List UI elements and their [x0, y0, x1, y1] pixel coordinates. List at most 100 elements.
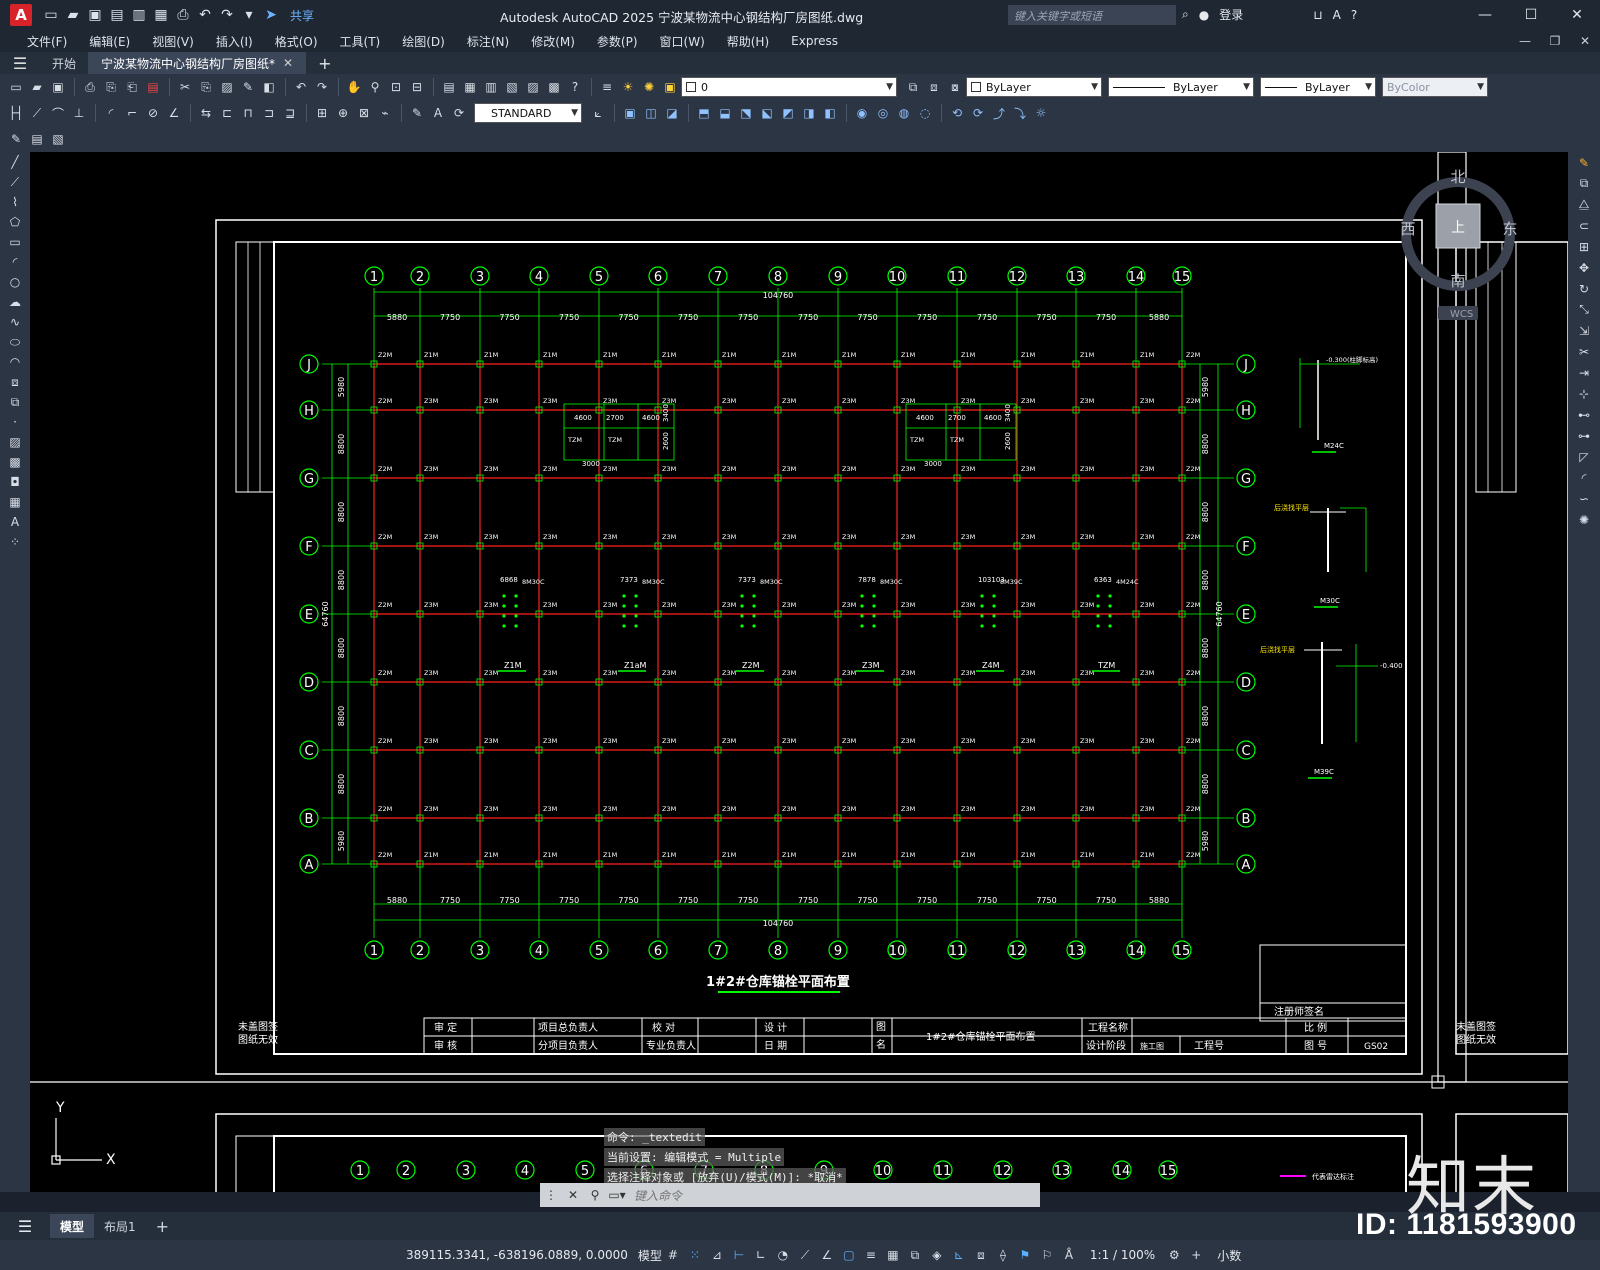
command-grip-icon[interactable]: ⋮ — [540, 1188, 562, 1202]
cart-icon[interactable]: ⊔ — [1313, 8, 1322, 22]
layout-menu-icon[interactable]: ☰ — [0, 1217, 50, 1236]
dimstyle-manager-icon[interactable]: ⟀ — [588, 103, 608, 123]
layer-on-icon[interactable]: ☀ — [618, 77, 638, 97]
quick-dim-icon[interactable]: ⇆ — [196, 103, 216, 123]
menu-view[interactable]: 视图(V) — [141, 33, 205, 50]
viewcube[interactable]: 上 北 南 西 东 WCS — [1400, 168, 1518, 320]
offset-icon[interactable]: ⊂ — [1568, 215, 1600, 236]
menu-express[interactable]: Express — [780, 34, 849, 48]
open-folder-icon[interactable]: ▰ — [64, 6, 82, 24]
plotstyle-dropdown[interactable]: ByColor ▼ — [1382, 77, 1488, 97]
dim-linear-icon[interactable]: ├┤ — [6, 103, 26, 123]
make-current-layer-icon[interactable]: ⧉ — [903, 77, 923, 97]
redo-icon-tb[interactable]: ↷ — [312, 77, 332, 97]
save-icon-tb[interactable]: ▣ — [48, 77, 68, 97]
doc-minimize-icon[interactable]: — — [1510, 30, 1540, 52]
gizmo-icon[interactable]: ⟠ — [992, 1244, 1014, 1266]
redo-icon[interactable]: ↷ — [218, 6, 236, 24]
menu-parametric[interactable]: 参数(P) — [586, 33, 649, 50]
add-selected-icon[interactable]: ⁘ — [0, 532, 30, 552]
annotation-visibility-icon[interactable]: ⚑ — [1014, 1244, 1036, 1266]
blend-icon[interactable]: ∽ — [1568, 488, 1600, 509]
drawing-canvas[interactable]: 未盖图签 图纸无效 未盖图签 图纸无效 审 定 项目总负责人 校 对 设 计 审… — [30, 152, 1568, 1192]
menu-dimension[interactable]: 标注(N) — [456, 33, 520, 50]
fly-icon[interactable]: ⤴ — [989, 103, 1009, 123]
walk-icon[interactable]: ⟳ — [968, 103, 988, 123]
hatch-icon[interactable]: ▨ — [0, 432, 30, 452]
selection-filter-icon[interactable]: ⧈ — [970, 1244, 992, 1266]
tolerance-icon[interactable]: ⊞ — [312, 103, 332, 123]
tab-start[interactable]: 开始 — [40, 52, 90, 74]
web-open-icon[interactable]: ▥ — [130, 6, 148, 24]
help-icon[interactable]: ? — [1351, 8, 1357, 22]
dim-diameter-icon[interactable]: ⊘ — [143, 103, 163, 123]
solid-box-icon[interactable]: ▣ — [620, 103, 640, 123]
layer-lock-icon[interactable]: ▣ — [660, 77, 680, 97]
fillet-icon[interactable]: ◜ — [1568, 467, 1600, 488]
save-as-icon[interactable]: ▤ — [108, 6, 126, 24]
table-icon[interactable]: ▦ — [0, 492, 30, 512]
attribute-edit-icon[interactable]: ✎ — [6, 129, 26, 149]
qnew-icon[interactable]: ▭ — [6, 77, 26, 97]
zoom-window-icon[interactable]: ⊡ — [386, 77, 406, 97]
move-icon[interactable]: ✥ — [1568, 257, 1600, 278]
minimize-icon[interactable]: — — [1462, 0, 1508, 30]
annotation-monitor-icon[interactable]: + — [1185, 1244, 1207, 1266]
tool-palettes-icon[interactable]: ▥ — [481, 77, 501, 97]
dim-edit-icon[interactable]: ✎ — [407, 103, 427, 123]
color-dropdown[interactable]: ByLayer ▼ — [966, 77, 1102, 97]
model-space-button[interactable]: 模型 — [638, 1247, 662, 1264]
point-icon[interactable]: · — [0, 412, 30, 432]
sweep-icon[interactable]: ⬔ — [736, 103, 756, 123]
help-icon-tb[interactable]: ? — [565, 77, 585, 97]
new-file-icon[interactable]: ▭ — [42, 6, 60, 24]
insert-block-icon[interactable]: ⧈ — [0, 372, 30, 392]
dim-text-edit-icon[interactable]: A — [428, 103, 448, 123]
dim-ordinate-icon[interactable]: ⊥ — [69, 103, 89, 123]
preview-icon[interactable]: ⎘ — [101, 77, 121, 97]
command-input[interactable]: 键入命令 — [634, 1187, 682, 1204]
extend-icon[interactable]: ⇥ — [1568, 362, 1600, 383]
otrack-icon[interactable]: ∠ — [816, 1244, 838, 1266]
markup-icon[interactable]: ▨ — [523, 77, 543, 97]
doc-restore-icon[interactable]: ❐ — [1540, 30, 1570, 52]
layer-previous-icon[interactable]: ⧈ — [924, 77, 944, 97]
annotation-scale-icon[interactable]: Å — [1058, 1244, 1080, 1266]
menu-help[interactable]: 帮助(H) — [716, 33, 780, 50]
ortho-icon[interactable]: ∟ — [750, 1244, 772, 1266]
add-layout-icon[interactable]: + — [146, 1214, 179, 1238]
hamburger-menu-icon[interactable]: ☰ — [0, 54, 40, 73]
visual-style-icon[interactable]: ◍ — [894, 103, 914, 123]
login-button[interactable]: 登录 — [1219, 6, 1243, 23]
center-mark-icon[interactable]: ⊕ — [333, 103, 353, 123]
shade-icon[interactable]: ◉ — [852, 103, 872, 123]
chamfer-icon[interactable]: ◸ — [1568, 446, 1600, 467]
tab-layout1[interactable]: 布局1 — [94, 1214, 146, 1238]
units-value[interactable]: 小数 — [1217, 1247, 1241, 1264]
circle-icon[interactable]: ○ — [0, 272, 30, 292]
dim-jogged-icon[interactable]: ⌐ — [122, 103, 142, 123]
region-icon[interactable]: ◘ — [0, 472, 30, 492]
menu-window[interactable]: 窗口(W) — [649, 33, 716, 50]
jogged-linear-icon[interactable]: ⌁ — [375, 103, 395, 123]
gradient-icon[interactable]: ▩ — [0, 452, 30, 472]
construction-line-icon[interactable]: ⟋ — [0, 172, 30, 192]
explode-icon[interactable]: ✺ — [1568, 509, 1600, 530]
subtract-icon[interactable]: ◨ — [799, 103, 819, 123]
command-recent-icon[interactable]: ▭▾ — [606, 1188, 628, 1202]
command-customize-icon[interactable]: ⚲ — [584, 1188, 606, 1202]
block-define-icon[interactable]: ▤ — [27, 129, 47, 149]
loft-icon[interactable]: ⬕ — [757, 103, 777, 123]
menu-file[interactable]: 文件(F) — [16, 33, 78, 50]
ellipse-arc-icon[interactable]: ◠ — [0, 352, 30, 372]
dim-baseline-icon[interactable]: ⊏ — [217, 103, 237, 123]
help-search-input[interactable]: 键入关键字或短语 — [1008, 5, 1176, 25]
erase-icon[interactable]: ✎ — [1568, 152, 1600, 173]
open-icon[interactable]: ▰ — [27, 77, 47, 97]
plot-icon[interactable]: ⎙ — [174, 6, 192, 24]
designcenter-icon[interactable]: ▦ — [460, 77, 480, 97]
copy-icon[interactable]: ⎘ — [196, 77, 216, 97]
layer-states-icon[interactable]: ⧇ — [945, 77, 965, 97]
new-tab-icon[interactable]: + — [306, 54, 343, 73]
isodraft-icon[interactable]: ⟋ — [794, 1244, 816, 1266]
